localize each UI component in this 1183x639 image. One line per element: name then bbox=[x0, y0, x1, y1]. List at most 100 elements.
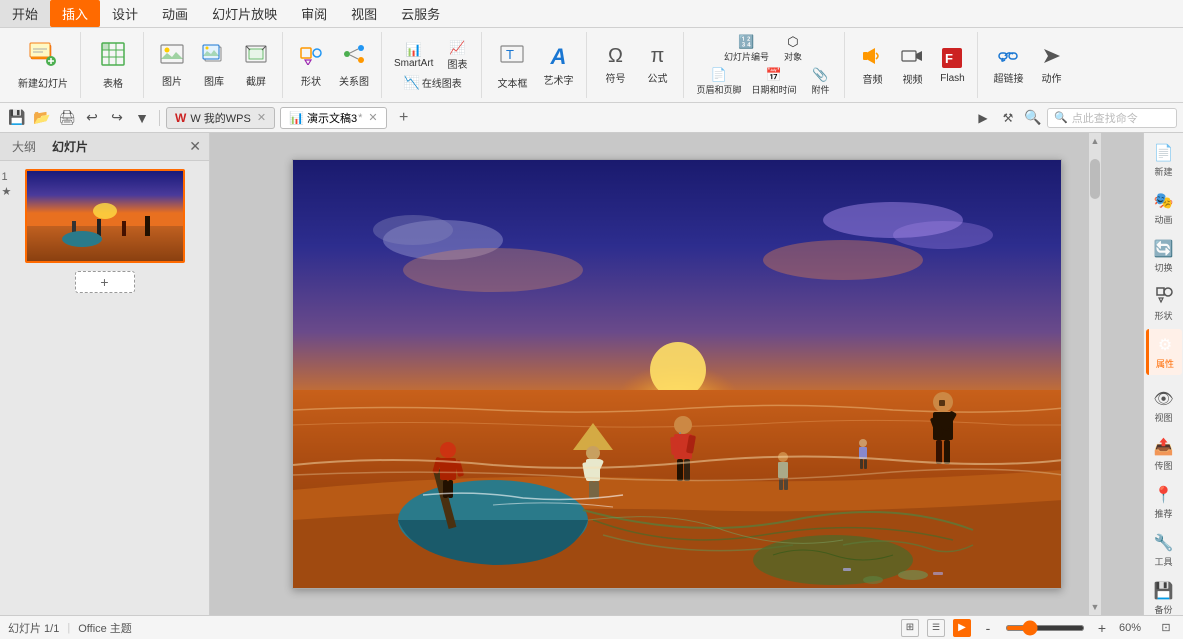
menu-insert[interactable]: 插入 bbox=[50, 0, 100, 27]
slide-number-button[interactable]: 🔢 幻灯片编号 bbox=[720, 33, 773, 64]
command-search[interactable]: 🔍 点此查找命令 bbox=[1047, 108, 1177, 128]
right-btn-view[interactable]: 👁 视图 bbox=[1146, 383, 1182, 429]
fit-window-btn[interactable]: ⊡ bbox=[1157, 619, 1175, 637]
attachment-label: 附件 bbox=[811, 83, 829, 96]
new-slide-button[interactable]: 新建幻灯片 bbox=[12, 36, 74, 94]
scroll-down-arrow[interactable]: ▼ bbox=[1091, 599, 1100, 615]
outline-view-btn[interactable]: ☰ bbox=[927, 619, 945, 637]
scroll-up-arrow[interactable]: ▲ bbox=[1091, 133, 1100, 149]
textbox-label: 文本框 bbox=[497, 75, 527, 90]
gallery-button[interactable]: 图库 bbox=[194, 36, 234, 94]
recommend-label: 推荐 bbox=[1154, 507, 1172, 520]
hyperlink-label: 超链接 bbox=[993, 70, 1023, 85]
textbox-icon: T bbox=[499, 41, 525, 73]
chart-icon: 📈 bbox=[449, 40, 465, 56]
menu-animation[interactable]: 动画 bbox=[150, 0, 200, 27]
right-btn-shape[interactable]: 形状 bbox=[1146, 281, 1182, 327]
attachment-button[interactable]: 📎 附件 bbox=[802, 66, 838, 97]
action-button[interactable]: 动作 bbox=[1032, 36, 1070, 94]
right-btn-animation[interactable]: 🎭 动画 bbox=[1146, 185, 1182, 231]
relation-button[interactable]: 关系图 bbox=[333, 36, 375, 94]
separator-1 bbox=[159, 110, 160, 126]
zoom-plus-btn[interactable]: + bbox=[1093, 619, 1111, 637]
menu-cloud[interactable]: 云服务 bbox=[389, 0, 452, 27]
tab-outline[interactable]: 大纲 bbox=[8, 136, 40, 157]
status-sep-1: | bbox=[67, 622, 70, 634]
right-btn-upload[interactable]: 📤 传图 bbox=[1146, 431, 1182, 477]
right-btn-transition[interactable]: 🔄 切换 bbox=[1146, 233, 1182, 279]
symbol-button[interactable]: Ω 符号 bbox=[595, 36, 635, 94]
search-tools-btn[interactable]: 🔍 bbox=[1022, 107, 1044, 129]
flash-label: Flash bbox=[940, 73, 964, 84]
ribbon-group-table: 表格 bbox=[83, 32, 144, 98]
picture-button[interactable]: 图片 bbox=[152, 36, 192, 94]
formula-label: 公式 bbox=[647, 70, 667, 85]
wps-close[interactable]: ✕ bbox=[257, 111, 266, 124]
redo-button[interactable]: ↪ bbox=[106, 107, 128, 129]
textbox-button[interactable]: T 文本框 bbox=[490, 36, 534, 94]
wps-tab[interactable]: W W 我的WPS ✕ bbox=[166, 107, 275, 129]
right-panel: 📄 新建 🎭 动画 🔄 切换 形状 ⚙ 属性 👁 视图 📤 传图 bbox=[1143, 133, 1183, 615]
slide-number-icon: 🔢 bbox=[738, 34, 754, 50]
table-button[interactable]: 表格 bbox=[89, 36, 137, 94]
wps-logo: W bbox=[175, 111, 186, 125]
right-btn-tools[interactable]: 🔧 工具 bbox=[1146, 527, 1182, 573]
shape-icon bbox=[299, 43, 323, 71]
svg-text:T: T bbox=[506, 47, 514, 62]
shape-button[interactable]: 形状 bbox=[291, 36, 331, 94]
video-button[interactable]: 视频 bbox=[893, 36, 931, 94]
datetime-button[interactable]: 📅 日期和时间 bbox=[747, 66, 800, 97]
find-btn[interactable]: ⚒ bbox=[997, 107, 1019, 129]
table-icon bbox=[100, 41, 126, 73]
command-search-label: 点此查找命令 bbox=[1072, 110, 1138, 126]
undo-button[interactable]: ↩ bbox=[81, 107, 103, 129]
left-panel: 大纲 幻灯片 ✕ 1 ★ bbox=[0, 133, 210, 615]
zoom-slider[interactable] bbox=[1005, 625, 1085, 631]
doc-tab[interactable]: 📊 演示文稿3 * ✕ bbox=[280, 107, 387, 129]
menu-slideshow[interactable]: 幻灯片放映 bbox=[200, 0, 289, 27]
play-full-btn[interactable]: ▶ bbox=[972, 107, 994, 129]
zoom-minus-btn[interactable]: - bbox=[979, 619, 997, 637]
chart-button[interactable]: 📈 图表 bbox=[439, 39, 475, 72]
right-btn-backup[interactable]: 💾 备份 bbox=[1146, 575, 1182, 615]
doc-tab-close[interactable]: ✕ bbox=[368, 111, 377, 124]
online-chart-button[interactable]: 📉 在线图表 bbox=[400, 74, 466, 92]
scrollbar-thumb[interactable] bbox=[1090, 159, 1100, 199]
header-footer-label: 页眉和页脚 bbox=[696, 83, 741, 96]
audio-button[interactable]: 音频 bbox=[853, 36, 891, 94]
panel-close-button[interactable]: ✕ bbox=[189, 138, 201, 155]
slideshow-btn[interactable]: ▶ bbox=[953, 619, 971, 637]
slide-number-label: 幻灯片编号 bbox=[724, 50, 769, 63]
menu-start[interactable]: 开始 bbox=[0, 0, 50, 27]
ribbon-content: 新建幻灯片 表格 图片 bbox=[0, 28, 1183, 102]
menu-design[interactable]: 设计 bbox=[100, 0, 150, 27]
normal-view-btn[interactable]: ⊞ bbox=[901, 619, 919, 637]
right-btn-recommend[interactable]: 📍 推荐 bbox=[1146, 479, 1182, 525]
more-tools-button[interactable]: ▼ bbox=[131, 107, 153, 129]
object-button[interactable]: ⬡ 对象 bbox=[775, 33, 811, 64]
add-slide-button[interactable]: + bbox=[75, 271, 135, 293]
save-button[interactable]: 💾 bbox=[6, 107, 28, 129]
formula-button[interactable]: π 公式 bbox=[637, 36, 677, 94]
slide-thumbnail[interactable] bbox=[25, 169, 185, 263]
right-btn-new[interactable]: 📄 新建 bbox=[1146, 137, 1182, 183]
doc-modified-indicator: * bbox=[358, 112, 362, 124]
smartart-button[interactable]: 📊 SmartArt bbox=[390, 41, 437, 70]
right-btn-property[interactable]: ⚙ 属性 bbox=[1146, 329, 1182, 375]
open-button[interactable]: 📂 bbox=[31, 107, 53, 129]
shape-label: 形状 bbox=[301, 73, 321, 88]
menu-view[interactable]: 视图 bbox=[339, 0, 389, 27]
header-footer-button[interactable]: 📄 页眉和页脚 bbox=[692, 66, 745, 97]
tab-slides[interactable]: 幻灯片 bbox=[48, 136, 92, 157]
hyperlink-button[interactable]: 超链接 bbox=[986, 36, 1030, 94]
slide-canvas[interactable] bbox=[292, 159, 1062, 589]
menu-review[interactable]: 审阅 bbox=[289, 0, 339, 27]
flash-button[interactable]: F Flash bbox=[933, 36, 971, 94]
print-button[interactable]: 🖨 bbox=[56, 107, 78, 129]
slide-item-1[interactable]: 1 ★ bbox=[20, 169, 190, 263]
search-icon: 🔍 bbox=[1054, 111, 1068, 124]
arttext-button[interactable]: A 艺术字 bbox=[536, 36, 580, 94]
vertical-scrollbar[interactable]: ▲ ▼ bbox=[1089, 133, 1101, 615]
screenshot-button[interactable]: 截屏 bbox=[236, 36, 276, 94]
add-tab-button[interactable]: + bbox=[394, 108, 414, 128]
